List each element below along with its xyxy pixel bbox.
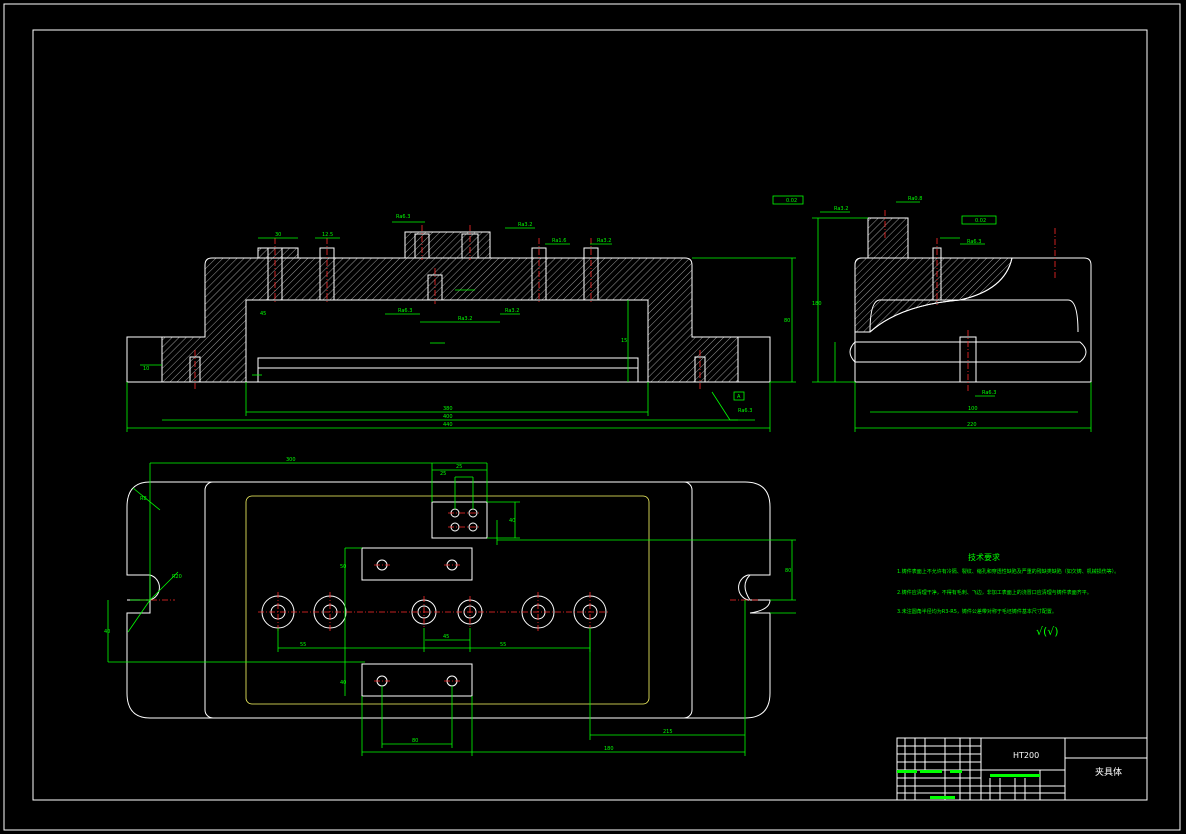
side-dim-label: 220 <box>967 422 977 428</box>
side-dim-label: Ra6.3 <box>982 390 996 396</box>
tech-req-item: 1.铸件表面上不允许有冷隔、裂纹、缩孔和穿透性缺陷及严重的残缺类缺陷（如欠铸、机… <box>897 568 1119 575</box>
outer-frame <box>3 3 1181 831</box>
top-dim-label: 80 <box>412 738 418 744</box>
tech-req-title: 技术要求 <box>968 552 1000 562</box>
front-dim-label: 15 <box>621 338 627 344</box>
top-dim-label: 25 <box>456 464 462 470</box>
tech-req-item: 3.未注圆角半径均为R3-R5，铸件公差带对称于毛坯铸件基本尺寸配置。 <box>897 608 1057 615</box>
title-block: HT200 夹具体 <box>896 737 1148 801</box>
datum-label: A <box>737 394 741 400</box>
top-dim-label: 55 <box>500 642 506 648</box>
top-dim-label: 55 <box>300 642 306 648</box>
front-section-view: 30 12.5 Ra6.3 Ra3.2 Ra1.6 Ra3.2 Ra3.2 Ra… <box>126 214 796 432</box>
side-dim-label: Ra0.8 <box>908 196 922 202</box>
front-dim-label: 380 <box>443 406 453 412</box>
top-dim-label: 180 <box>604 746 614 752</box>
top-plan-view: 300 25 40 25 50 R8 R20 40 80 55 45 55 21… <box>104 457 796 756</box>
front-dim-label: 45 <box>260 311 266 317</box>
engineering-drawing: 30 12.5 Ra6.3 Ra3.2 Ra1.6 Ra3.2 Ra3.2 Ra… <box>3 3 1181 831</box>
side-dim-label: Ra6.3 <box>967 239 981 245</box>
front-dim-label: Ra3.2 <box>597 238 611 244</box>
front-dim-label: Ra6.3 <box>738 408 752 414</box>
front-dim-label: 10 <box>143 366 149 372</box>
front-dim-label: 80 <box>784 318 790 324</box>
roughness-symbol: √(√) <box>1036 625 1059 638</box>
top-dim-label: 80 <box>785 568 791 574</box>
side-section-view: 0.02 Ra3.2 Ra0.8 0.02 Ra6.3 100 180 220 … <box>772 195 1092 432</box>
top-dim-label: 300 <box>286 457 296 463</box>
front-dim-label: Ra3.2 <box>505 308 519 314</box>
top-dim-label: 45 <box>443 634 449 640</box>
side-dim-label: Ra3.2 <box>834 206 848 212</box>
front-dim-label: Ra6.3 <box>398 308 412 314</box>
top-dim-label: 50 <box>340 564 346 570</box>
top-dim-label: R8 <box>140 496 147 502</box>
top-dim-label: 215 <box>663 729 673 735</box>
front-dim-label: Ra1.6 <box>552 238 566 244</box>
side-dim-label: 0.02 <box>786 198 797 204</box>
front-dim-label: Ra3.2 <box>518 222 532 228</box>
top-dim-label: 25 <box>440 471 446 477</box>
top-dim-label: 40 <box>340 680 346 686</box>
technical-requirements: 技术要求 1.铸件表面上不允许有冷隔、裂纹、缩孔和穿透性缺陷及严重的残缺类缺陷（… <box>897 552 1119 638</box>
front-dim-label: Ra3.2 <box>458 316 472 322</box>
material-label: HT200 <box>1013 751 1039 760</box>
side-dim-label: 100 <box>968 406 978 412</box>
side-dim-label: 180 <box>812 301 822 307</box>
part-name-label: 夹具体 <box>1095 766 1122 778</box>
front-dim-label: Ra6.3 <box>396 214 410 220</box>
front-dim-label: 30 <box>275 232 281 238</box>
top-dim-label: R20 <box>172 574 182 580</box>
front-dim-label: 12.5 <box>322 232 333 238</box>
side-dim-label: 0.02 <box>975 218 986 224</box>
tech-req-item: 2.铸件应清理干净，不得有毛刺、飞边，非加工表面上的浇冒口应清理与铸件表面齐平。 <box>897 589 1092 596</box>
front-dim-label: 440 <box>443 422 453 428</box>
front-dim-label: 400 <box>443 414 453 420</box>
top-dim-label: 40 <box>509 518 515 524</box>
top-dim-label: 40 <box>104 629 110 635</box>
